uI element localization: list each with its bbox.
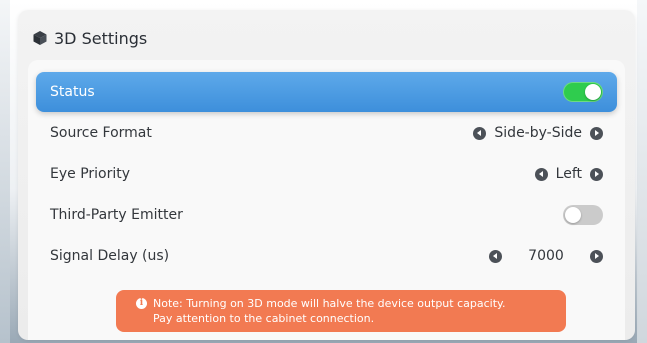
background-left-edge <box>0 0 10 343</box>
source-format-selector: Side-by-Side <box>473 125 603 141</box>
chevron-right-icon[interactable] <box>590 167 603 181</box>
background-right-edge <box>637 0 647 343</box>
chevron-right-icon[interactable] <box>590 126 603 140</box>
cube-icon <box>32 30 48 46</box>
eye-priority-value: Left <box>555 166 582 182</box>
row-signal-delay[interactable]: Signal Delay (us) 7000 <box>36 236 617 276</box>
source-format-value: Side-by-Side <box>494 125 582 141</box>
signal-delay-value: 7000 <box>528 248 564 264</box>
toggle-knob <box>565 207 581 223</box>
third-party-emitter-label: Third-Party Emitter <box>50 207 183 223</box>
panel-title: 3D Settings <box>54 28 148 48</box>
settings-list: Status Source Format Side-by-Side Eye Pr… <box>28 60 625 340</box>
row-status[interactable]: Status <box>36 72 617 112</box>
panel-header: 3D Settings <box>32 26 147 50</box>
status-toggle[interactable] <box>563 82 603 102</box>
chevron-right-icon[interactable] <box>590 249 603 263</box>
chevron-left-icon[interactable] <box>489 249 502 263</box>
info-icon: i <box>136 298 147 309</box>
warning-note: i Note: Turning on 3D mode will halve th… <box>116 290 566 332</box>
signal-delay-selector: 7000 <box>489 248 603 264</box>
chevron-left-icon[interactable] <box>534 167 548 181</box>
row-source-format[interactable]: Source Format Side-by-Side <box>36 113 617 153</box>
note-line-2: Pay attention to the cabinet connection. <box>153 312 375 325</box>
chevron-left-icon[interactable] <box>473 126 487 140</box>
row-third-party-emitter[interactable]: Third-Party Emitter <box>36 195 617 235</box>
settings-panel: 3D Settings Status Source Format Side-by… <box>18 10 635 340</box>
third-party-emitter-toggle[interactable] <box>563 205 603 225</box>
status-label: Status <box>50 84 95 100</box>
note-text: Note: Turning on 3D mode will halve the … <box>153 296 505 326</box>
toggle-knob <box>585 84 601 100</box>
signal-delay-label: Signal Delay (us) <box>50 248 170 264</box>
eye-priority-label: Eye Priority <box>50 166 131 182</box>
row-eye-priority[interactable]: Eye Priority Left <box>36 154 617 194</box>
source-format-label: Source Format <box>50 125 152 141</box>
eye-priority-selector: Left <box>534 166 603 182</box>
note-line-1: Note: Turning on 3D mode will halve the … <box>153 297 506 310</box>
